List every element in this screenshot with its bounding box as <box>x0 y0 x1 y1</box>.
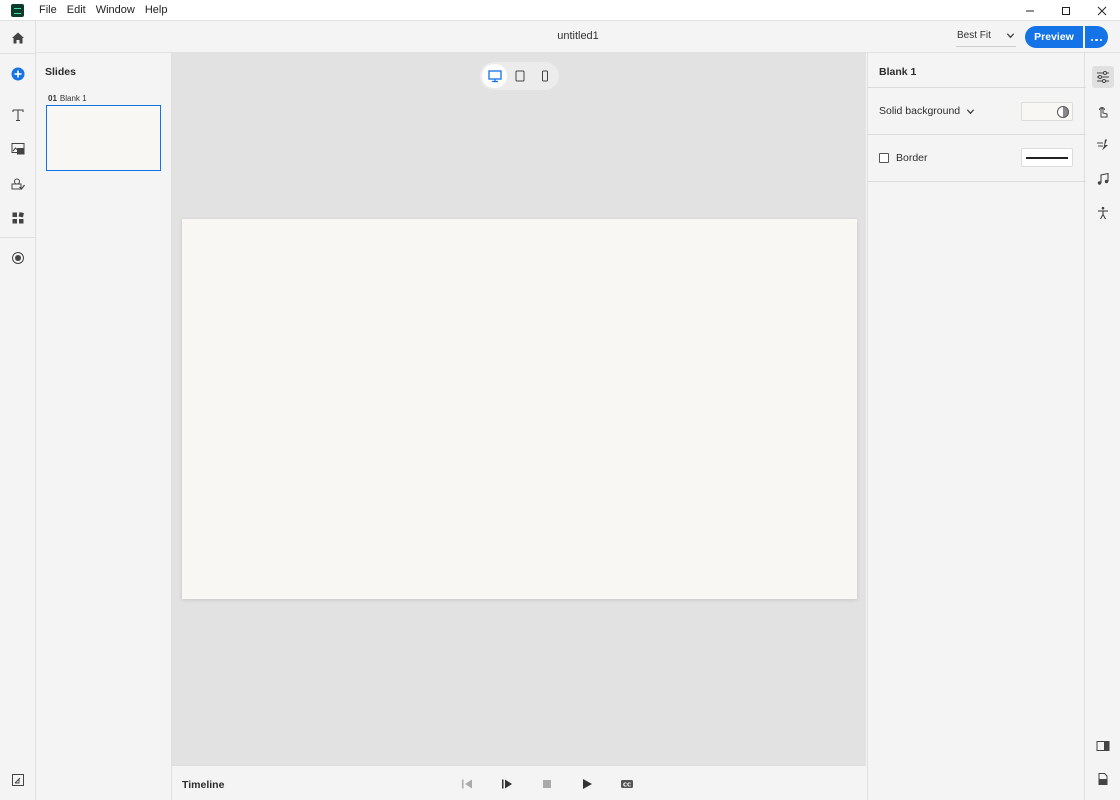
text-tool-button[interactable] <box>8 105 28 125</box>
closed-captions-icon: CC <box>621 780 633 788</box>
closed-captions-button[interactable]: CC <box>619 776 635 792</box>
slide-canvas[interactable] <box>182 219 857 599</box>
border-option: Border <box>879 152 928 164</box>
slide-label: 01 Blank 1 <box>48 94 87 103</box>
layout-panel-icon <box>1096 741 1110 751</box>
left-toolbar <box>0 21 36 800</box>
interaction-tab[interactable] <box>1092 101 1114 123</box>
document-icon <box>1098 773 1108 785</box>
border-checkbox[interactable] <box>879 153 889 163</box>
desktop-icon <box>487 70 502 83</box>
right-toolbar <box>1086 53 1120 800</box>
animation-icon <box>1097 139 1108 151</box>
timeline-title: Timeline <box>182 779 225 791</box>
home-button[interactable] <box>8 28 28 48</box>
document-button[interactable] <box>1092 768 1114 790</box>
step-forward-button[interactable] <box>499 776 515 792</box>
step-back-icon <box>462 779 472 789</box>
maximize-icon <box>1062 6 1070 15</box>
add-button[interactable] <box>8 64 28 84</box>
play-button[interactable] <box>579 776 595 792</box>
border-label: Border <box>896 152 928 164</box>
desktop-view-button[interactable] <box>482 64 507 88</box>
properties-panel: Blank 1 Solid background Border <box>867 53 1086 800</box>
properties-title: Blank 1 <box>879 66 917 78</box>
animation-tab[interactable] <box>1092 134 1114 156</box>
close-icon <box>1097 6 1107 15</box>
widgets-icon <box>12 212 24 224</box>
toolbar-divider <box>0 237 36 238</box>
panel-toggle-button[interactable] <box>8 770 28 790</box>
properties-icon <box>1097 71 1109 83</box>
stop-icon <box>543 780 551 788</box>
mobile-view-button[interactable] <box>532 64 557 88</box>
canvas-area <box>172 53 866 765</box>
layout-panel-button[interactable] <box>1092 735 1114 757</box>
media-icon <box>11 143 25 155</box>
tablet-view-button[interactable] <box>507 64 532 88</box>
background-mode-select[interactable]: Solid background <box>879 105 975 117</box>
maximize-button[interactable] <box>1048 0 1084 21</box>
widgets-tool-button[interactable] <box>8 208 28 228</box>
color-fill-icon <box>1057 106 1069 118</box>
panel-divider <box>868 134 1086 135</box>
panel-divider <box>868 181 1086 182</box>
record-button[interactable] <box>8 248 28 268</box>
zoom-select[interactable]: Best Fit <box>956 25 1016 47</box>
menu-help[interactable]: Help <box>140 4 173 16</box>
more-icon <box>1090 30 1104 44</box>
timeline-bar: Timeline CC <box>172 765 866 800</box>
menu-window[interactable]: Window <box>91 4 140 16</box>
properties-tab[interactable] <box>1092 66 1114 88</box>
audio-icon <box>1097 172 1109 185</box>
background-mode-label: Solid background <box>879 105 961 117</box>
slide-thumbnail[interactable] <box>46 105 161 171</box>
menu-bar: File Edit Window Help <box>34 4 172 16</box>
slide-name: Blank 1 <box>59 94 87 103</box>
add-icon <box>11 67 25 81</box>
home-icon <box>12 32 24 44</box>
panel-toggle-icon <box>12 774 24 786</box>
toolbar-divider <box>0 53 36 54</box>
tablet-icon <box>515 70 524 82</box>
more-button[interactable] <box>1085 26 1108 48</box>
stop-button[interactable] <box>539 776 555 792</box>
slide-number: 01 <box>48 94 57 103</box>
mobile-icon <box>541 70 548 82</box>
background-color-swatch[interactable] <box>1021 102 1073 121</box>
svg-text:CC: CC <box>623 782 631 788</box>
accessibility-tab[interactable] <box>1092 202 1114 224</box>
step-back-button[interactable] <box>459 776 475 792</box>
chevron-down-icon <box>1006 33 1015 39</box>
preview-button[interactable]: Preview <box>1025 26 1083 48</box>
interactions-icon <box>11 178 25 190</box>
menu-edit[interactable]: Edit <box>62 4 91 16</box>
record-icon <box>12 252 24 264</box>
interaction-icon <box>1099 107 1108 118</box>
zoom-value: Best Fit <box>957 30 991 41</box>
device-switcher <box>480 62 559 90</box>
play-icon <box>583 779 592 789</box>
media-tool-button[interactable] <box>8 139 28 159</box>
captivate-app-icon <box>11 3 24 17</box>
minimize-icon <box>1026 10 1034 11</box>
slides-panel: Slides 01 Blank 1 <box>36 53 172 800</box>
border-style-swatch[interactable] <box>1021 148 1073 167</box>
interactions-tool-button[interactable] <box>8 174 28 194</box>
audio-tab[interactable] <box>1092 168 1114 190</box>
close-button[interactable] <box>1084 0 1120 21</box>
menu-file[interactable]: File <box>34 4 62 16</box>
chevron-down-icon <box>967 108 975 114</box>
accessibility-icon <box>1098 206 1108 220</box>
title-bar: File Edit Window Help <box>0 0 1120 21</box>
minimize-button[interactable] <box>1012 0 1048 21</box>
panel-divider <box>868 87 1086 88</box>
step-forward-icon <box>502 779 512 789</box>
text-icon <box>12 109 24 122</box>
window-controls <box>1012 0 1120 21</box>
slides-panel-title: Slides <box>45 66 76 78</box>
header-bar: untitled1 Best Fit Preview <box>36 21 1120 53</box>
